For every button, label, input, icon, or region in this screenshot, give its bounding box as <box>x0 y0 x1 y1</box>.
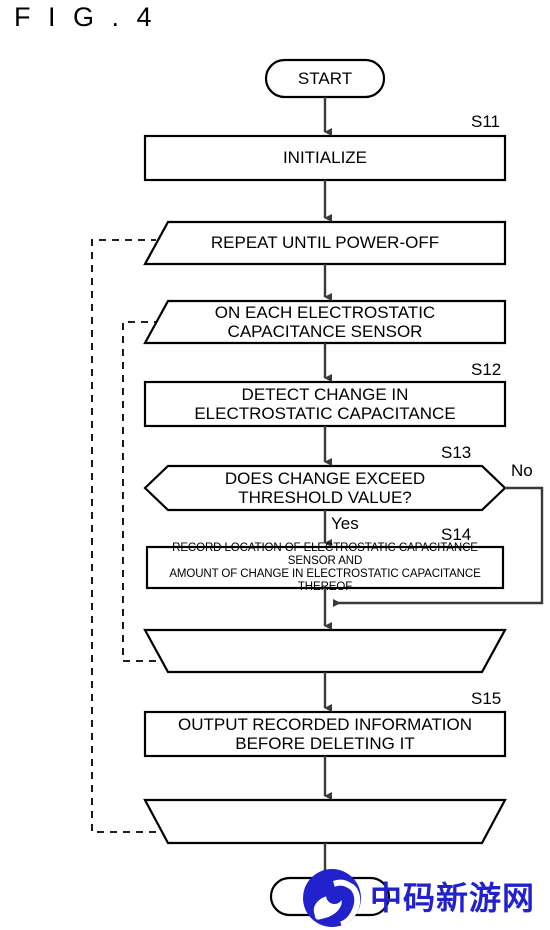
figure-flowchart: F I G . 4 START INITIALIZE REPEAT UNTIL … <box>0 0 550 930</box>
watermark-logo-icon <box>303 869 361 927</box>
watermark-text: 中码新游网 <box>370 879 536 917</box>
node-on-each-sensor-shape <box>143 299 507 345</box>
node-inner-loop-end-shape <box>143 628 507 674</box>
node-detect-change-shape <box>143 380 507 428</box>
flowchart-canvas <box>91 58 544 917</box>
node-outer-loop-end-shape <box>143 798 507 845</box>
node-decision-shape <box>143 464 507 512</box>
node-record-location-shape <box>145 545 505 590</box>
node-output-information-shape <box>143 710 507 758</box>
node-repeat-loop-start-shape <box>143 220 507 266</box>
watermark: 中码新游网 <box>303 866 550 930</box>
node-initialize-shape <box>143 134 507 182</box>
node-start-shape <box>264 58 386 99</box>
